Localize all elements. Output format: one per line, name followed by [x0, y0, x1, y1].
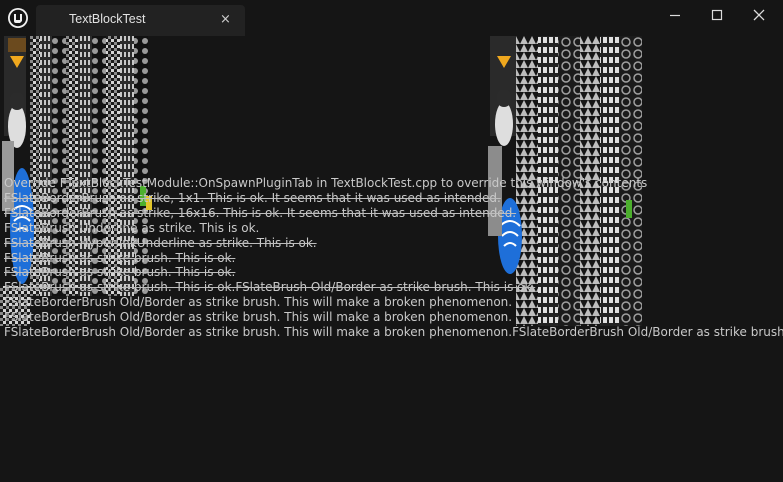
text-line-11: FSlateBorderBrush Old/Border as strike b… [4, 325, 783, 339]
unreal-logo-icon [7, 7, 29, 29]
tab-title: TextBlockTest [69, 12, 146, 26]
viewport: Override FTextBlockTestModule::OnSpawnPl… [0, 36, 783, 482]
text-line-4: FSlateBrush Underline as strike. This is… [4, 221, 260, 235]
title-bar: TextBlockTest × [0, 0, 783, 36]
text-line-7: FSlateBrush as strike brush. This is ok. [4, 265, 236, 279]
text-line-10: FSlateBorderBrush Old/Border as strike b… [4, 310, 513, 324]
text-line-6: FSlateBrush as strike brush. This is ok. [4, 251, 236, 265]
tab-textblocktest[interactable]: TextBlockTest × [36, 5, 245, 36]
maximize-button[interactable] [696, 0, 738, 30]
tab-close-button[interactable]: × [220, 12, 231, 27]
text-line-9: FSlateBorderBrush Old/Border as strike b… [4, 295, 513, 309]
text-line-3: FSlateBorderBrush as strike, 16x16. This… [4, 206, 517, 220]
minimize-button[interactable] [654, 0, 696, 30]
maximize-icon [711, 9, 723, 21]
text-line-2: FSlateBorderBrush as strike, 1x1. This i… [4, 191, 501, 205]
text-line-8: FSlateBrush as strike brush. This is ok.… [4, 280, 536, 294]
close-icon [753, 9, 765, 21]
minimize-icon [670, 14, 680, 17]
text-line-5: FSlateBrush HyperlinkUnderline as strike… [4, 236, 317, 250]
text-line-1: Override FTextBlockTestModule::OnSpawnPl… [4, 176, 648, 190]
close-window-button[interactable] [738, 0, 780, 30]
